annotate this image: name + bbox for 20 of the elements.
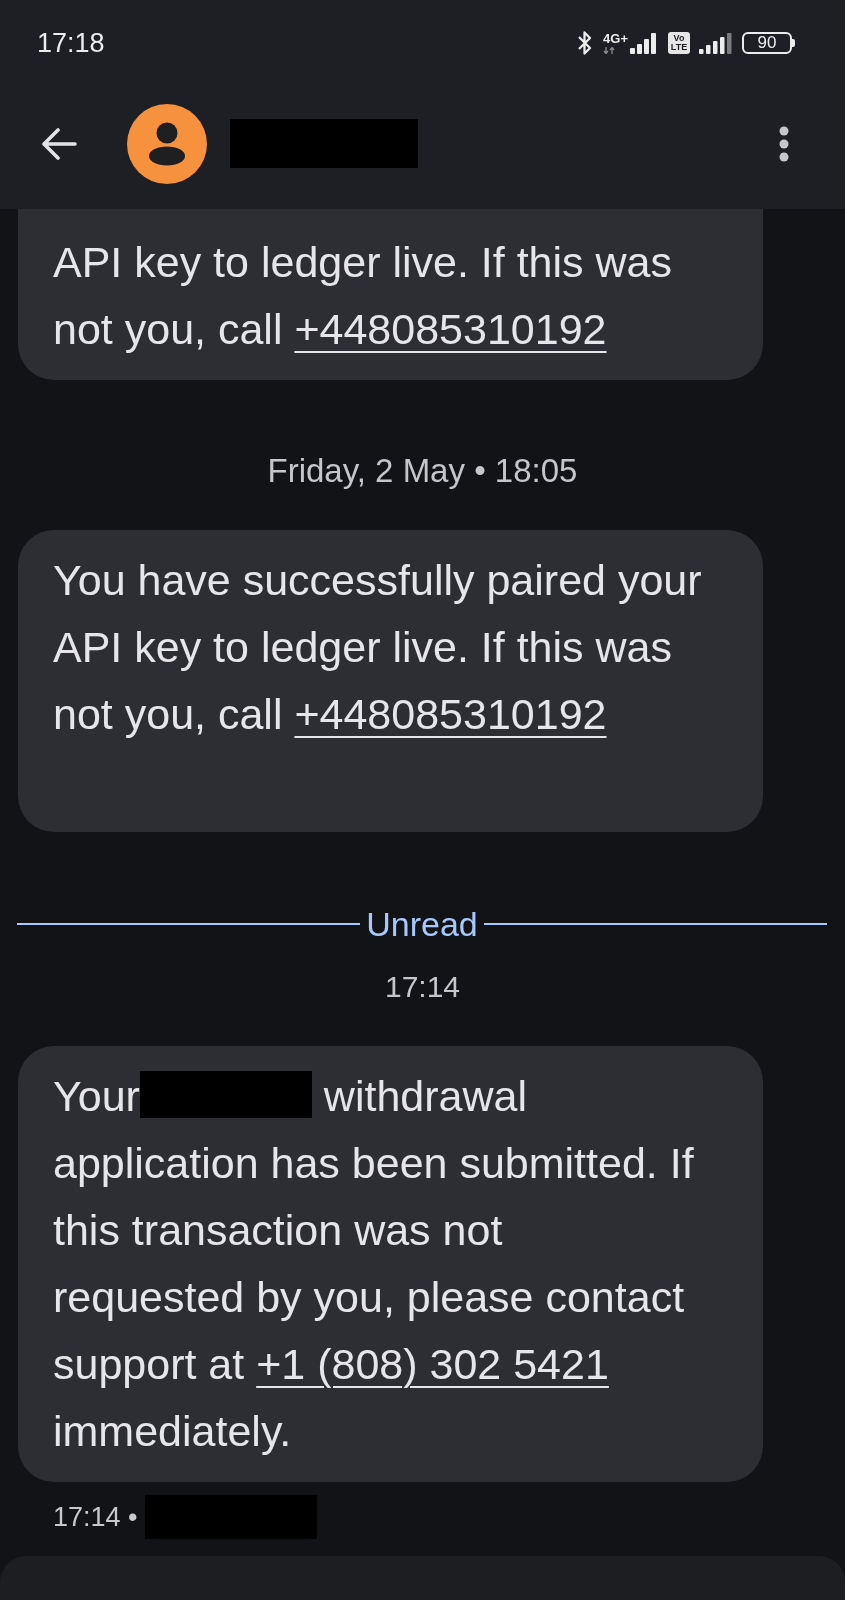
volte-badge: Vo LTE bbox=[668, 32, 690, 54]
phone-number-link[interactable]: +448085310192 bbox=[294, 305, 607, 353]
more-options-icon[interactable] bbox=[779, 125, 789, 162]
phone-number-link[interactable]: +1 (808) 302 5421 bbox=[256, 1340, 609, 1388]
timestamp: 17:14 bbox=[383, 969, 462, 1005]
phone-number-link[interactable]: +448085310192 bbox=[294, 690, 607, 738]
message-timestamp: 17:14 • bbox=[53, 1501, 138, 1534]
message-text: You have successfully paired your API key to ledger live. If this was not you, call +448085310192 bbox=[53, 555, 703, 740]
avatar-icon[interactable] bbox=[127, 103, 207, 184]
message-text: Your withdrawal application has been submitted. If this transaction was not requested by you, please contact support at +1 (808) 302 5421 immediately. bbox=[53, 1070, 695, 1457]
battery-indicator: 90 bbox=[742, 32, 795, 54]
unread-label: Unread bbox=[366, 904, 478, 944]
message-text: API key to ledger live. If this was not you, call +448085310192 bbox=[53, 237, 673, 355]
signal-bars-icon bbox=[699, 32, 733, 54]
date-separator: Friday, 2 May • 18:05 bbox=[266, 451, 579, 491]
data-arrows-icon bbox=[603, 47, 616, 54]
network-type-label: 4G+ bbox=[603, 32, 628, 45]
status-time: 17:18 bbox=[37, 27, 105, 60]
signal-bars-icon bbox=[629, 32, 659, 54]
back-arrow-icon[interactable] bbox=[41, 127, 77, 160]
